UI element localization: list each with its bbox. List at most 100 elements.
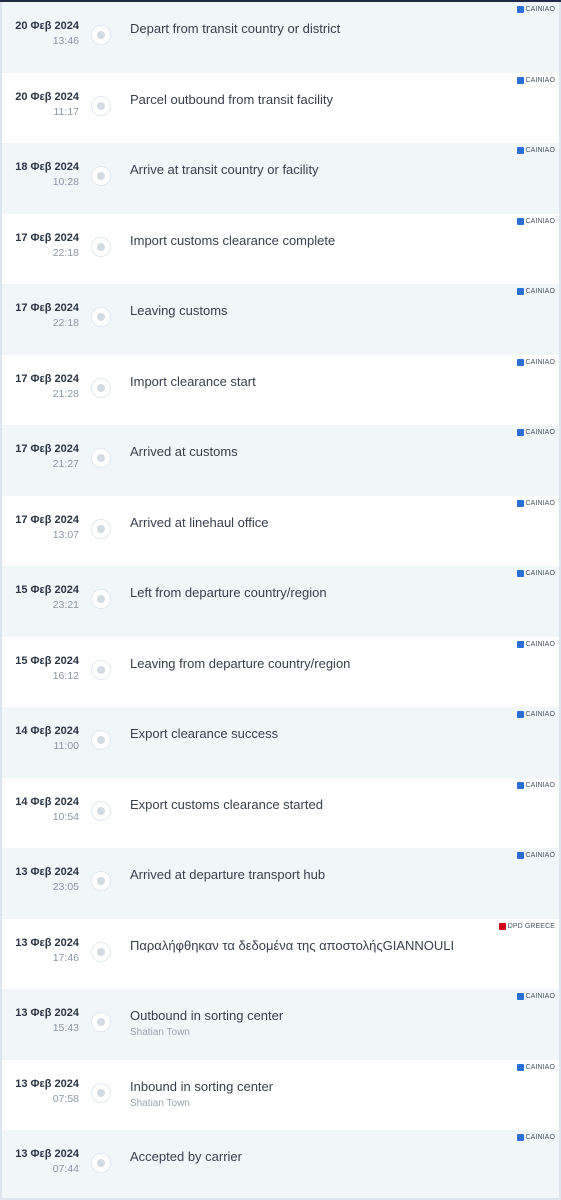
cainiao-logo-icon (516, 711, 524, 718)
timeline-event: CAINIAO 18 Φεβ 2024 10:28 Arrive at tran… (2, 143, 559, 214)
event-status: Arrived at customs (130, 444, 238, 459)
carrier-name: CAINIAO (525, 76, 555, 84)
timeline-event: CAINIAO 17 Φεβ 2024 22:18 Import customs… (2, 213, 559, 284)
event-time: 21:27 (52, 458, 79, 470)
event-date: 13 Φεβ 2024 (15, 1148, 79, 1160)
timeline-dot-icon (91, 941, 111, 962)
cainiao-logo-icon (516, 429, 524, 436)
event-date: 13 Φεβ 2024 (15, 1007, 79, 1019)
carrier-name: CAINIAO (525, 852, 555, 859)
cainiao-logo-icon (516, 570, 524, 577)
carrier-name: CAINIAO (525, 570, 555, 577)
event-date: 15 Φεβ 2024 (15, 584, 79, 596)
event-status: Inbound in sorting center (130, 1078, 274, 1094)
timeline-dot-icon (91, 95, 111, 116)
timeline-dot-icon (91, 659, 111, 680)
carrier-name: CAINIAO (525, 499, 555, 507)
event-status: Parcel outbound from transit facility (130, 91, 334, 107)
timeline-event: DPD GREECE 13 Φεβ 2024 17:46 Παραλήφθηκα… (2, 918, 559, 989)
carrier-badge: CAINIAO (516, 147, 555, 154)
cainiao-logo-icon (516, 6, 524, 13)
carrier-name: CAINIAO (525, 429, 555, 436)
carrier-name: CAINIAO (525, 288, 555, 295)
carrier-name: CAINIAO (525, 358, 555, 366)
carrier-badge: CAINIAO (516, 1063, 555, 1071)
cainiao-logo-icon (516, 217, 524, 225)
carrier-name: CAINIAO (525, 217, 555, 225)
event-time: 15:43 (52, 1022, 79, 1034)
cainiao-logo-icon (516, 76, 524, 84)
timeline-dot-icon (91, 1082, 111, 1103)
event-status: Export clearance success (130, 726, 279, 741)
carrier-badge: CAINIAO (516, 852, 555, 859)
event-time: 07:44 (52, 1163, 79, 1175)
carrier-badge: CAINIAO (516, 711, 555, 718)
timeline-event: CAINIAO 20 Φεβ 2024 11:17 Parcel outboun… (2, 72, 559, 143)
carrier-badge: CAINIAO (516, 217, 555, 225)
timeline-dot-icon (91, 236, 111, 257)
event-time: 07:58 (52, 1092, 79, 1105)
event-date: 13 Φεβ 2024 (15, 1077, 79, 1090)
timeline-dot-icon (91, 448, 111, 468)
event-status: Leaving customs (130, 303, 228, 318)
timeline-event: CAINIAO 17 Φεβ 2024 21:28 Import clearan… (2, 354, 559, 425)
event-status: Import customs clearance complete (130, 232, 336, 248)
event-time: 13:07 (52, 528, 79, 541)
timeline-dot-icon (91, 518, 111, 539)
timeline-event: CAINIAO 13 Φεβ 2024 07:58 Inbound in sor… (2, 1059, 559, 1130)
event-status: Arrived at departure transport hub (130, 867, 326, 882)
event-date: 17 Φεβ 2024 (15, 443, 79, 455)
timeline-dot-icon (91, 25, 111, 45)
timeline-dot-icon (91, 1153, 111, 1173)
event-date: 13 Φεβ 2024 (15, 866, 79, 878)
event-time: 22:18 (52, 246, 79, 259)
tracking-timeline: CAINIAO 20 Φεβ 2024 13:46 Depart from tr… (0, 2, 561, 1200)
timeline-dot-icon (91, 307, 111, 327)
carrier-badge: CAINIAO (516, 1134, 555, 1141)
event-status: Accepted by carrier (130, 1149, 242, 1164)
timeline-event: CAINIAO 13 Φεβ 2024 23:05 Arrived at dep… (2, 848, 559, 919)
event-date: 17 Φεβ 2024 (15, 302, 79, 314)
cainiao-logo-icon (516, 147, 524, 154)
event-status: Left from departure country/region (130, 585, 327, 600)
event-status: Παραλήφθηκαν τα δεδομένα της αποστολήςGI… (130, 937, 455, 953)
carrier-badge: CAINIAO (516, 781, 555, 789)
carrier-badge: CAINIAO (516, 499, 555, 507)
event-time: 17:46 (52, 951, 79, 964)
timeline-event: CAINIAO 20 Φεβ 2024 13:46 Depart from tr… (2, 2, 559, 73)
carrier-name: CAINIAO (525, 993, 555, 1000)
carrier-name: CAINIAO (525, 147, 555, 154)
timeline-event: CAINIAO 13 Φεβ 2024 15:43 Outbound in so… (2, 989, 559, 1060)
timeline-dot-icon (91, 730, 111, 750)
timeline-event: CAINIAO 17 Φεβ 2024 22:18 Leaving custom… (2, 284, 559, 355)
cainiao-logo-icon (516, 640, 524, 648)
timeline-event: CAINIAO 17 Φεβ 2024 21:27 Arrived at cus… (2, 425, 559, 496)
event-location: Shatian Town (130, 1097, 190, 1109)
carrier-badge: CAINIAO (516, 6, 555, 13)
cainiao-logo-icon (516, 852, 524, 859)
cainiao-logo-icon (516, 499, 524, 507)
event-time: 16:12 (52, 669, 79, 682)
timeline-dot-icon (91, 871, 111, 891)
carrier-badge: CAINIAO (516, 993, 555, 1000)
carrier-name: DPD GREECE (507, 922, 555, 930)
event-time: 10:28 (52, 176, 79, 188)
carrier-badge: DPD GREECE (498, 922, 555, 930)
event-status: Arrive at transit country or facility (130, 162, 319, 177)
event-status: Arrived at linehaul office (130, 514, 269, 530)
event-date: 15 Φεβ 2024 (15, 654, 79, 667)
event-date: 20 Φεβ 2024 (15, 20, 79, 32)
timeline-dot-icon (91, 1012, 111, 1032)
event-date: 17 Φεβ 2024 (15, 372, 79, 385)
dpd-logo-icon (498, 922, 506, 930)
cainiao-logo-icon (516, 781, 524, 789)
timeline-dot-icon (91, 800, 111, 821)
cainiao-logo-icon (516, 1134, 524, 1141)
timeline-event: CAINIAO 14 Φεβ 2024 11:00 Export clearan… (2, 707, 559, 778)
timeline-event: CAINIAO 15 Φεβ 2024 16:12 Leaving from d… (2, 636, 559, 707)
timeline-dot-icon (91, 166, 111, 186)
carrier-name: CAINIAO (525, 1134, 555, 1141)
event-status: Import clearance start (130, 373, 256, 389)
carrier-badge: CAINIAO (516, 76, 555, 84)
event-time: 13:46 (52, 35, 79, 47)
